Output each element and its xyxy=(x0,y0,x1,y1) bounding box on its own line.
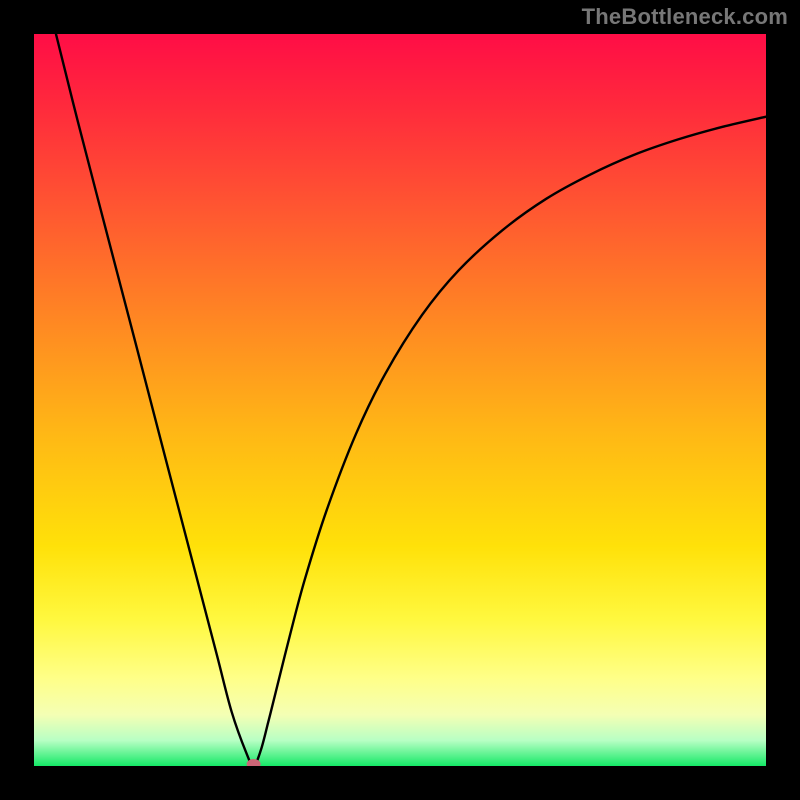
plot-area xyxy=(34,34,766,766)
chart-frame: TheBottleneck.com xyxy=(0,0,800,800)
chart-svg xyxy=(34,34,766,766)
gradient-background xyxy=(34,34,766,766)
watermark-text: TheBottleneck.com xyxy=(582,4,788,30)
